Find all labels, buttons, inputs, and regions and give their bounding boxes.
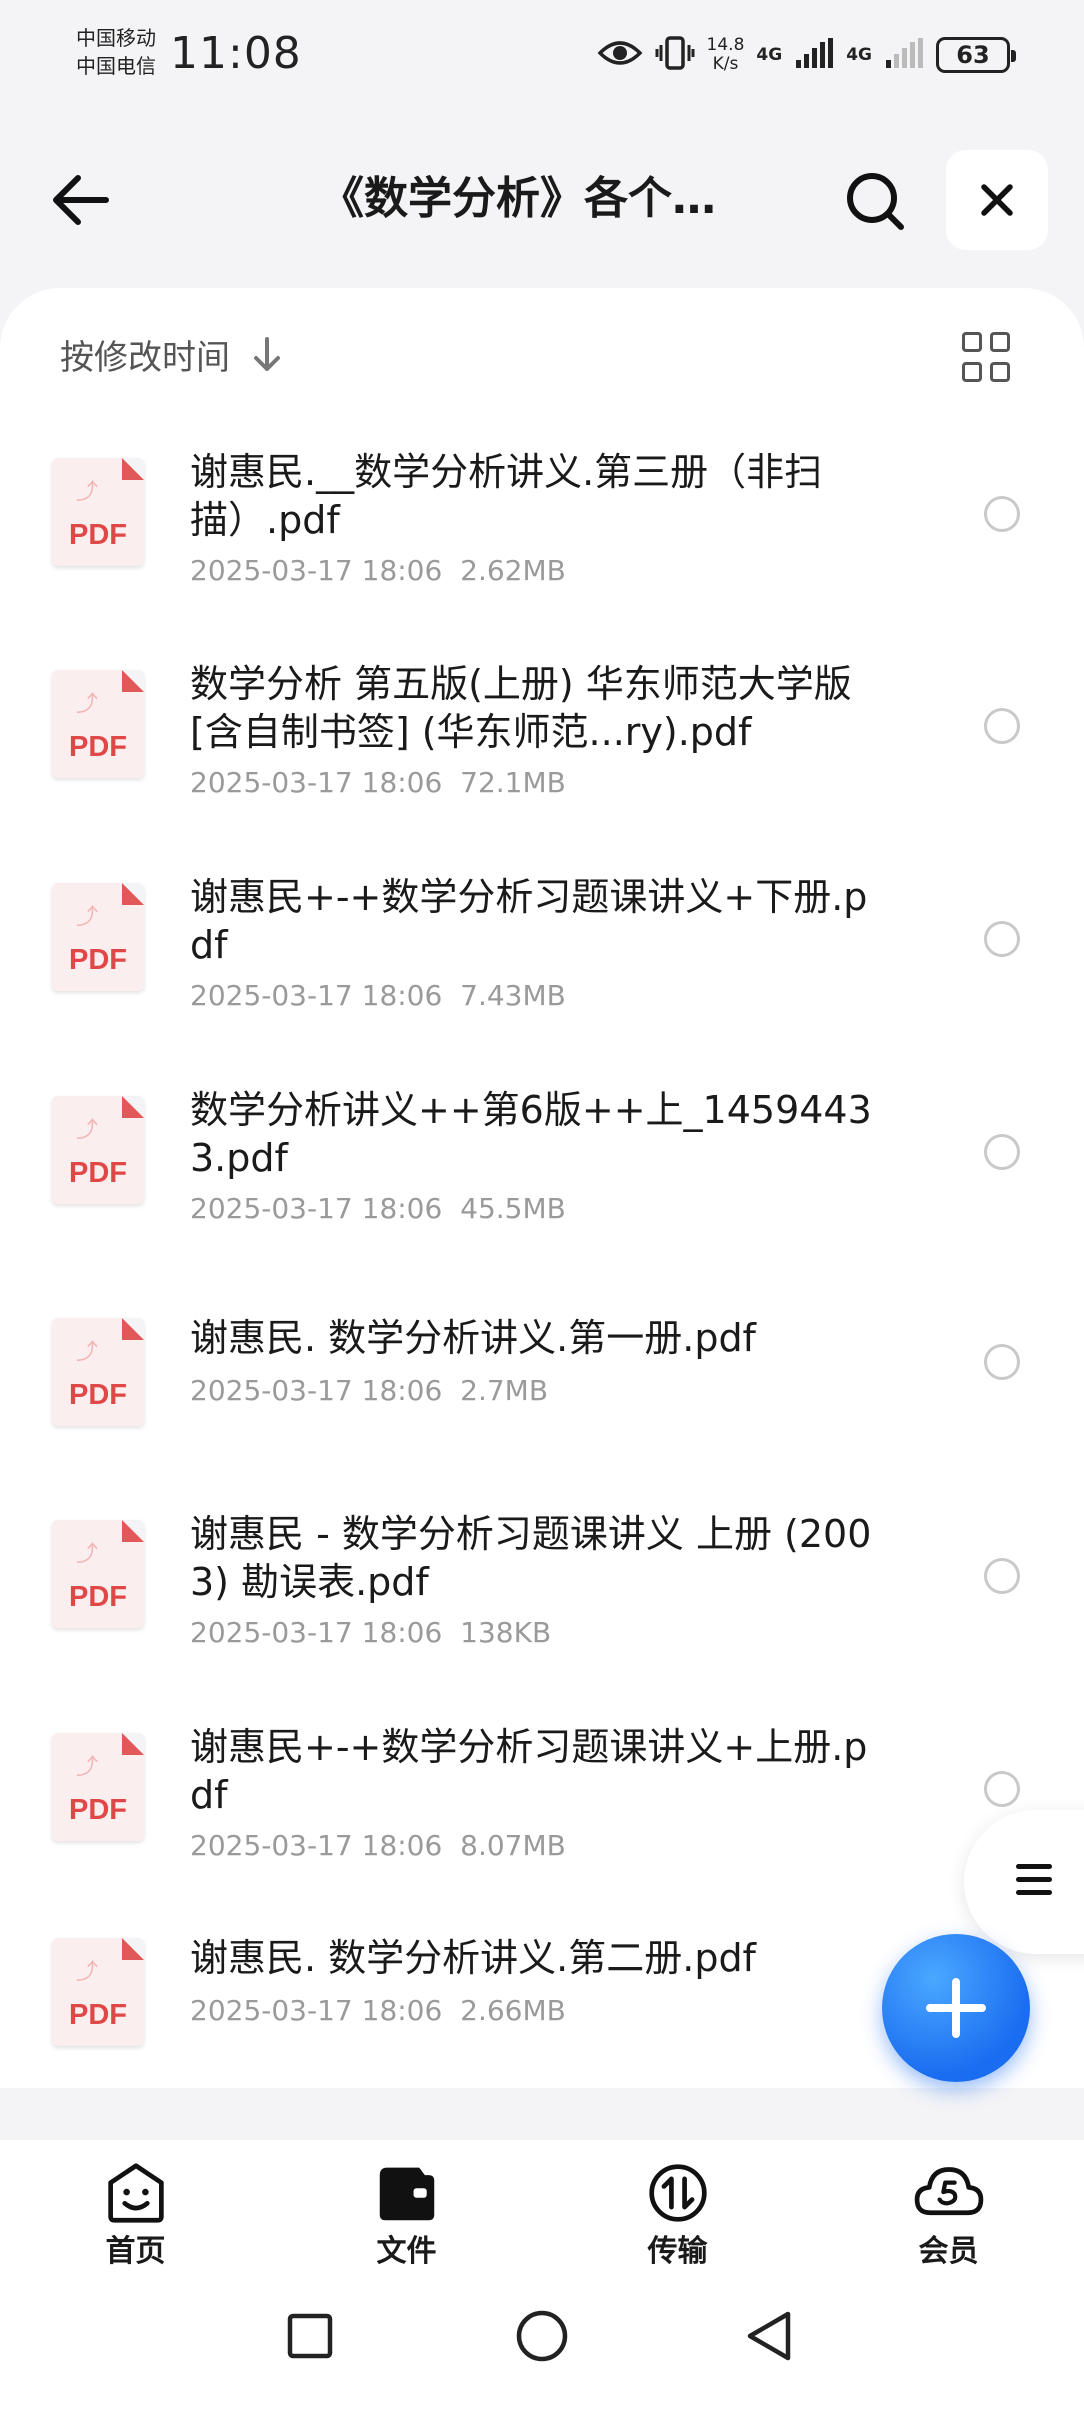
carrier-1: 中国移动	[76, 26, 156, 50]
pdf-file-icon: ⤴ PDF	[52, 458, 144, 566]
carrier-info: 中国移动 中国电信	[76, 24, 156, 80]
list-item[interactable]: ⤴ PDF 谢惠民+-+数学分析习题课讲义+上册.pdf 2025-03-17 1…	[0, 1723, 1084, 1903]
arrow-down-icon	[254, 336, 280, 371]
file-meta: 2025-03-17 18:06 8.07MB	[190, 1829, 566, 1862]
nav-vip-label: 会员	[918, 2234, 979, 2269]
carrier-2: 中国电信	[76, 54, 156, 78]
back-button[interactable]	[44, 170, 116, 230]
select-radio[interactable]	[984, 1771, 1020, 1807]
grid-icon	[962, 332, 982, 352]
pdf-file-icon: ⤴ PDF	[52, 1733, 144, 1841]
select-radio[interactable]	[984, 1558, 1020, 1594]
select-radio[interactable]	[984, 1344, 1020, 1380]
file-name: 谢惠民.__数学分析讲义.第三册（非扫描）.pdf	[190, 450, 823, 542]
file-meta: 2025-03-17 18:06 7.43MB	[190, 979, 566, 1012]
file-meta: 2025-03-17 18:06 138KB	[190, 1616, 552, 1649]
select-radio[interactable]	[984, 921, 1020, 957]
status-icons: 14.8 K/s 4G 4G 63	[597, 32, 1016, 78]
vibrate-icon	[655, 35, 695, 75]
folder-icon	[379, 2167, 434, 2221]
list-item[interactable]: ⤴ PDF 谢惠民. 数学分析讲义.第一册.pdf 2025-03-17 18:0…	[0, 1316, 1084, 1498]
nav-vip[interactable]: 会员	[813, 2140, 1084, 2270]
back-nav-button[interactable]	[740, 2306, 800, 2366]
net-speed: 14.8 K/s	[706, 35, 745, 74]
list-item[interactable]: ⤴ PDF 谢惠民 - 数学分析习题课讲义 上册 (2003) 勘误表.pdf 2…	[0, 1510, 1084, 1690]
nav-transfer[interactable]: 传输	[542, 2140, 813, 2270]
sort-label: 按修改时间	[60, 338, 230, 378]
search-button[interactable]	[840, 166, 910, 236]
pdf-file-icon: ⤴ PDF	[52, 1318, 144, 1426]
plus-icon	[926, 1978, 986, 2038]
file-meta: 2025-03-17 18:06 72.1MB	[190, 766, 566, 799]
list-item[interactable]: ⤴ PDF 数学分析讲义++第6版++上_14594433.pdf 2025-03…	[0, 1086, 1084, 1266]
file-meta: 2025-03-17 18:06 45.5MB	[190, 1192, 566, 1225]
file-meta: 2025-03-17 18:06 2.66MB	[190, 1994, 566, 2027]
back-arrow-icon	[53, 175, 109, 225]
eye-icon	[597, 36, 643, 74]
cloud-icon	[914, 2167, 983, 2216]
home-button[interactable]	[512, 2306, 572, 2366]
nav-home[interactable]: 首页	[0, 2140, 271, 2270]
list-item[interactable]: ⤴ PDF 谢惠民+-+数学分析习题课讲义+下册.pdf 2025-03-17 1…	[0, 873, 1084, 1053]
file-meta: 2025-03-17 18:06 2.62MB	[190, 554, 566, 587]
square-icon	[287, 2313, 333, 2359]
list-item[interactable]: ⤴ PDF 谢惠民.__数学分析讲义.第三册（非扫描）.pdf 2025-03-1…	[0, 448, 1084, 628]
status-bar: 中国移动 中国电信 11:08 14.8 K/s 4G 4G 63	[0, 0, 1084, 118]
smiley-icon	[107, 2163, 164, 2223]
nav-transfer-label: 传输	[647, 2234, 708, 2269]
nav-files[interactable]: 文件	[271, 2140, 542, 2270]
grid-view-button[interactable]	[962, 332, 1014, 384]
file-name: 谢惠民 - 数学分析习题课讲义 上册 (2003) 勘误表.pdf	[190, 1512, 872, 1604]
search-icon	[847, 173, 904, 230]
signal-weak-icon	[884, 38, 924, 72]
file-panel: 按修改时间 ⤴ PDF 谢惠民.__数学分析讲义.第三册（非扫描）.pdf 202…	[0, 288, 1084, 2088]
list-item[interactable]: ⤴ PDF 数学分析 第五版(上册) 华东师范大学版 [含自制书签] (华东师范.…	[0, 660, 1084, 840]
file-name: 数学分析 第五版(上册) 华东师范大学版 [含自制书签] (华东师范...ry)…	[190, 662, 852, 754]
pdf-file-icon: ⤴ PDF	[52, 1938, 144, 2046]
file-meta: 2025-03-17 18:06 2.7MB	[190, 1374, 549, 1407]
triangle-back-icon	[747, 2311, 791, 2361]
page-title: 《数学分析》各个…	[320, 173, 716, 224]
nav-files-label: 文件	[376, 2234, 437, 2269]
top-bar: 《数学分析》各个…	[0, 140, 1084, 260]
pdf-file-icon: ⤴ PDF	[52, 883, 144, 991]
file-name: 数学分析讲义++第6版++上_14594433.pdf	[190, 1088, 872, 1180]
pdf-file-icon: ⤴ PDF	[52, 670, 144, 778]
add-button[interactable]	[882, 1934, 1030, 2082]
file-name: 谢惠民+-+数学分析习题课讲义+下册.pdf	[190, 875, 868, 967]
close-icon	[981, 184, 1013, 216]
signal-icon	[794, 38, 834, 72]
net-type-2: 4G	[846, 45, 872, 65]
transfer-icon	[648, 2164, 707, 2222]
nav-home-label: 首页	[105, 2234, 166, 2269]
battery-indicator: 63	[936, 37, 1016, 73]
bottom-nav: 首页 文件 传输 会员	[0, 2140, 1084, 2270]
net-type-1: 4G	[756, 45, 783, 65]
pdf-file-icon: ⤴ PDF	[52, 1096, 144, 1204]
select-radio[interactable]	[984, 1134, 1020, 1170]
menu-icon	[1016, 1864, 1052, 1903]
select-radio[interactable]	[984, 496, 1020, 532]
circle-icon	[516, 2310, 568, 2362]
select-radio[interactable]	[984, 708, 1020, 744]
close-button[interactable]	[946, 150, 1048, 250]
sort-selector[interactable]: 按修改时间	[60, 330, 282, 379]
status-time: 11:08	[170, 28, 302, 79]
file-name: 谢惠民. 数学分析讲义.第二册.pdf	[190, 1936, 756, 1980]
file-name: 谢惠民. 数学分析讲义.第一册.pdf	[190, 1316, 756, 1360]
system-nav-bar	[0, 2270, 1084, 2412]
pdf-file-icon: ⤴ PDF	[52, 1520, 144, 1628]
recents-button[interactable]	[280, 2306, 340, 2366]
file-name: 谢惠民+-+数学分析习题课讲义+上册.pdf	[190, 1725, 868, 1817]
